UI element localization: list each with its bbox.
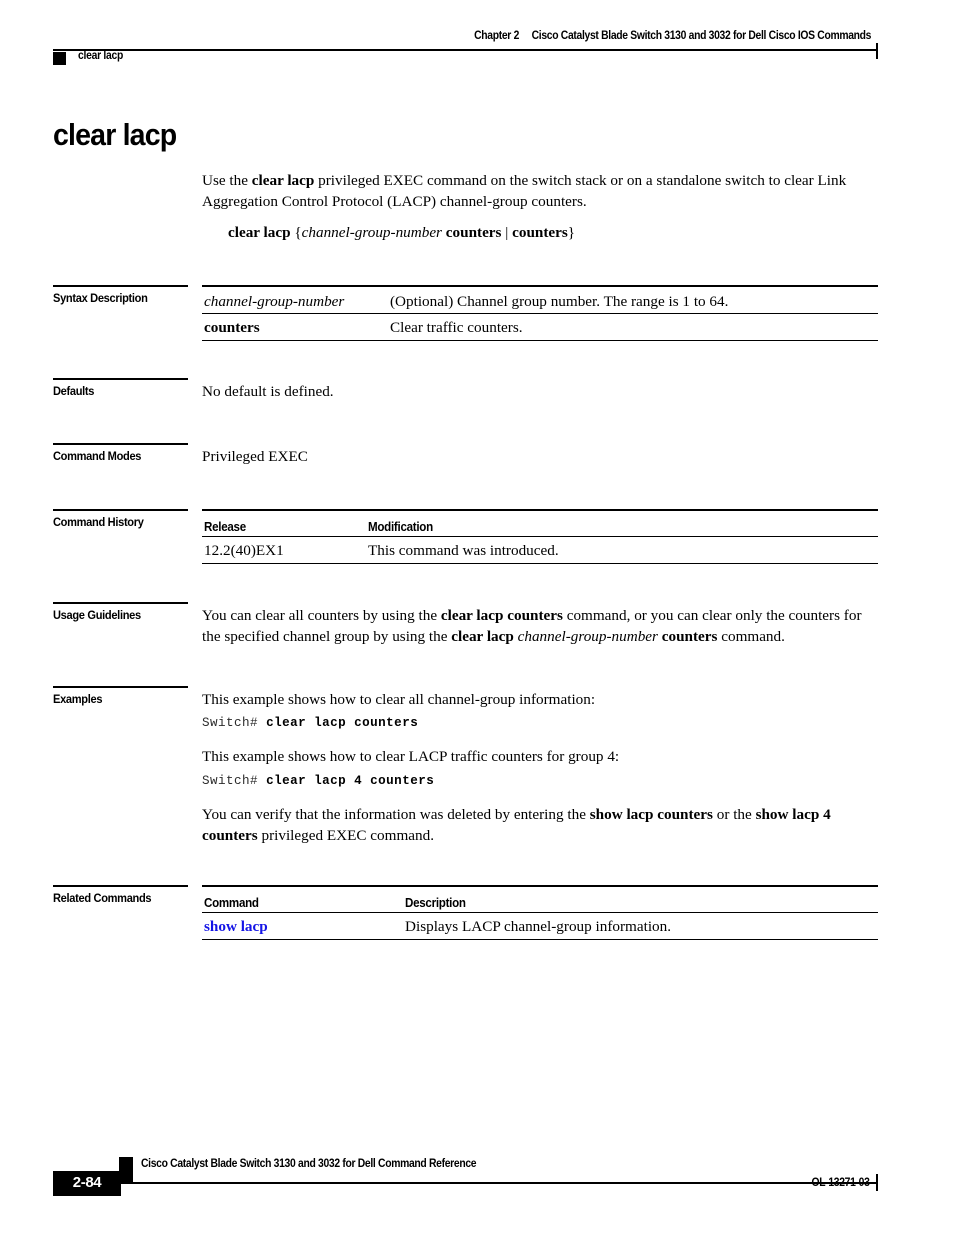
examples-intro-2: This example shows how to clear LACP tra… — [202, 748, 620, 765]
syntax-argument: channel-group-number — [301, 224, 442, 241]
examples-label-rule — [53, 686, 188, 688]
usage-bold-3: counters — [657, 627, 718, 645]
table-rule-mid — [202, 313, 878, 314]
intro-pre: Use the — [202, 172, 252, 189]
related-commands-label: Related Commands — [53, 891, 152, 905]
page-title: clear lacp — [53, 117, 177, 152]
footer-square-marker — [119, 1157, 133, 1183]
usage-guidelines-text: You can clear all counters by using the … — [202, 606, 878, 647]
code-1-prompt: Switch# — [202, 716, 267, 730]
verify-pre: You can verify that the information was … — [202, 806, 590, 823]
syntax-alt-keyword: counters — [512, 224, 568, 241]
history-rule-bottom — [202, 563, 878, 564]
footer-document-id: OL-13271-03 — [811, 1177, 870, 1189]
defaults-text: No default is defined. — [202, 383, 334, 400]
header-command-name: clear lacp — [78, 50, 124, 62]
code-1-command: clear lacp counters — [266, 716, 419, 730]
history-row-0-modification: This command was introduced. — [368, 542, 559, 559]
command-history-label: Command History — [53, 515, 144, 529]
footer-page-number: 2-84 — [72, 1174, 102, 1191]
related-rule-mid — [202, 912, 878, 913]
syntax-open-brace: { — [290, 224, 302, 241]
header-book-title: Cisco Catalyst Blade Switch 3130 and 303… — [531, 30, 872, 42]
examples-verify-text: You can verify that the information was … — [202, 805, 878, 846]
syntax-row-1-term-text: counters — [204, 319, 260, 336]
header-square-marker — [53, 52, 66, 65]
header-end-tick — [876, 43, 878, 59]
related-row-0-command[interactable]: show lacp — [204, 917, 268, 937]
defaults-label: Defaults — [53, 384, 95, 398]
usage-guidelines-label-rule — [53, 602, 188, 604]
examples-intro-1: This example shows how to clear all chan… — [202, 691, 596, 708]
usage-bold-1: clear lacp counters — [440, 607, 563, 624]
table-rule-top — [202, 285, 878, 287]
code-2-prompt: Switch# — [202, 774, 267, 788]
header-rule — [53, 49, 878, 51]
document-page: Chapter 2 Cisco Catalyst Blade Switch 313… — [0, 0, 954, 1235]
usage-guidelines-label: Usage Guidelines — [53, 608, 141, 622]
footer-end-tick — [876, 1174, 878, 1191]
intro-paragraph: Use the clear lacp privileged EXEC comma… — [202, 171, 878, 212]
header-text: Chapter 2 Cisco Catalyst Blade Switch 313… — [474, 30, 871, 42]
syntax-row-1-description: Clear traffic counters. — [390, 319, 523, 336]
defaults-label-rule — [53, 378, 188, 380]
related-command-link-show-lacp[interactable]: show lacp — [204, 918, 268, 935]
command-modes-label: Command Modes — [53, 449, 142, 463]
syntax-command: clear lacp — [228, 224, 291, 241]
usage-pre: You can clear all counters by using the — [202, 607, 441, 624]
syntax-description-label-rule — [53, 285, 188, 287]
command-modes-label-rule — [53, 443, 188, 445]
related-commands-table: Command Description show lacp Displays L… — [202, 885, 878, 945]
syntax-description-label: Syntax Description — [53, 291, 148, 305]
related-rule-top — [202, 885, 878, 887]
history-rule-top — [202, 509, 878, 511]
verify-bold-1: show lacp counters — [589, 806, 713, 823]
usage-bold-2: clear lacp — [451, 627, 514, 645]
example-code-block-1: Switch# clear lacp counters — [202, 716, 418, 730]
related-commands-label-rule — [53, 885, 188, 887]
history-header-modification: Modification — [368, 520, 433, 534]
command-history-label-rule — [53, 509, 188, 511]
syntax-row-0-term-text: channel-group-number — [204, 293, 345, 310]
syntax-row-0-term: channel-group-number — [204, 292, 344, 312]
running-header: Chapter 2 Cisco Catalyst Blade Switch 313… — [53, 30, 878, 59]
command-history-table: Release Modification 12.2(40)EX1 This co… — [202, 509, 878, 569]
syntax-separator: | — [501, 224, 513, 241]
examples-label: Examples — [53, 692, 103, 706]
related-header-description: Description — [405, 896, 466, 910]
command-modes-text: Privileged EXEC — [202, 448, 308, 465]
usage-italic-2: channel-group-number — [513, 627, 658, 645]
verify-mid: or the — [712, 806, 756, 823]
example-code-block-2: Switch# clear lacp 4 counters — [202, 774, 434, 788]
usage-post: command. — [717, 627, 785, 645]
verify-post: privileged EXEC command. — [257, 826, 434, 844]
syntax-row-1-term: counters — [204, 318, 260, 338]
footer-rule — [53, 1182, 878, 1184]
history-rule-mid — [202, 536, 878, 537]
related-header-command: Command — [204, 896, 259, 910]
header-chapter-label: Chapter 2 — [473, 30, 519, 42]
related-row-0-description: Displays LACP channel-group information. — [405, 918, 672, 935]
syntax-argument-keyword: counters — [441, 224, 502, 241]
code-2-command: clear lacp 4 counters — [266, 774, 435, 788]
syntax-close-brace: } — [567, 224, 576, 241]
intro-command-bold: clear lacp — [251, 172, 315, 189]
syntax-row-0-description: (Optional) Channel group number. The ran… — [390, 293, 729, 310]
syntax-line: clear lacp {channel-group-number counter… — [228, 223, 878, 244]
related-rule-bottom — [202, 939, 878, 940]
history-row-0-release: 12.2(40)EX1 — [204, 542, 284, 559]
history-header-release: Release — [204, 520, 246, 534]
footer-book-title: Cisco Catalyst Blade Switch 3130 and 303… — [141, 1158, 477, 1170]
table-rule-bottom — [202, 340, 878, 341]
syntax-description-table: channel-group-number (Optional) Channel … — [202, 285, 878, 345]
